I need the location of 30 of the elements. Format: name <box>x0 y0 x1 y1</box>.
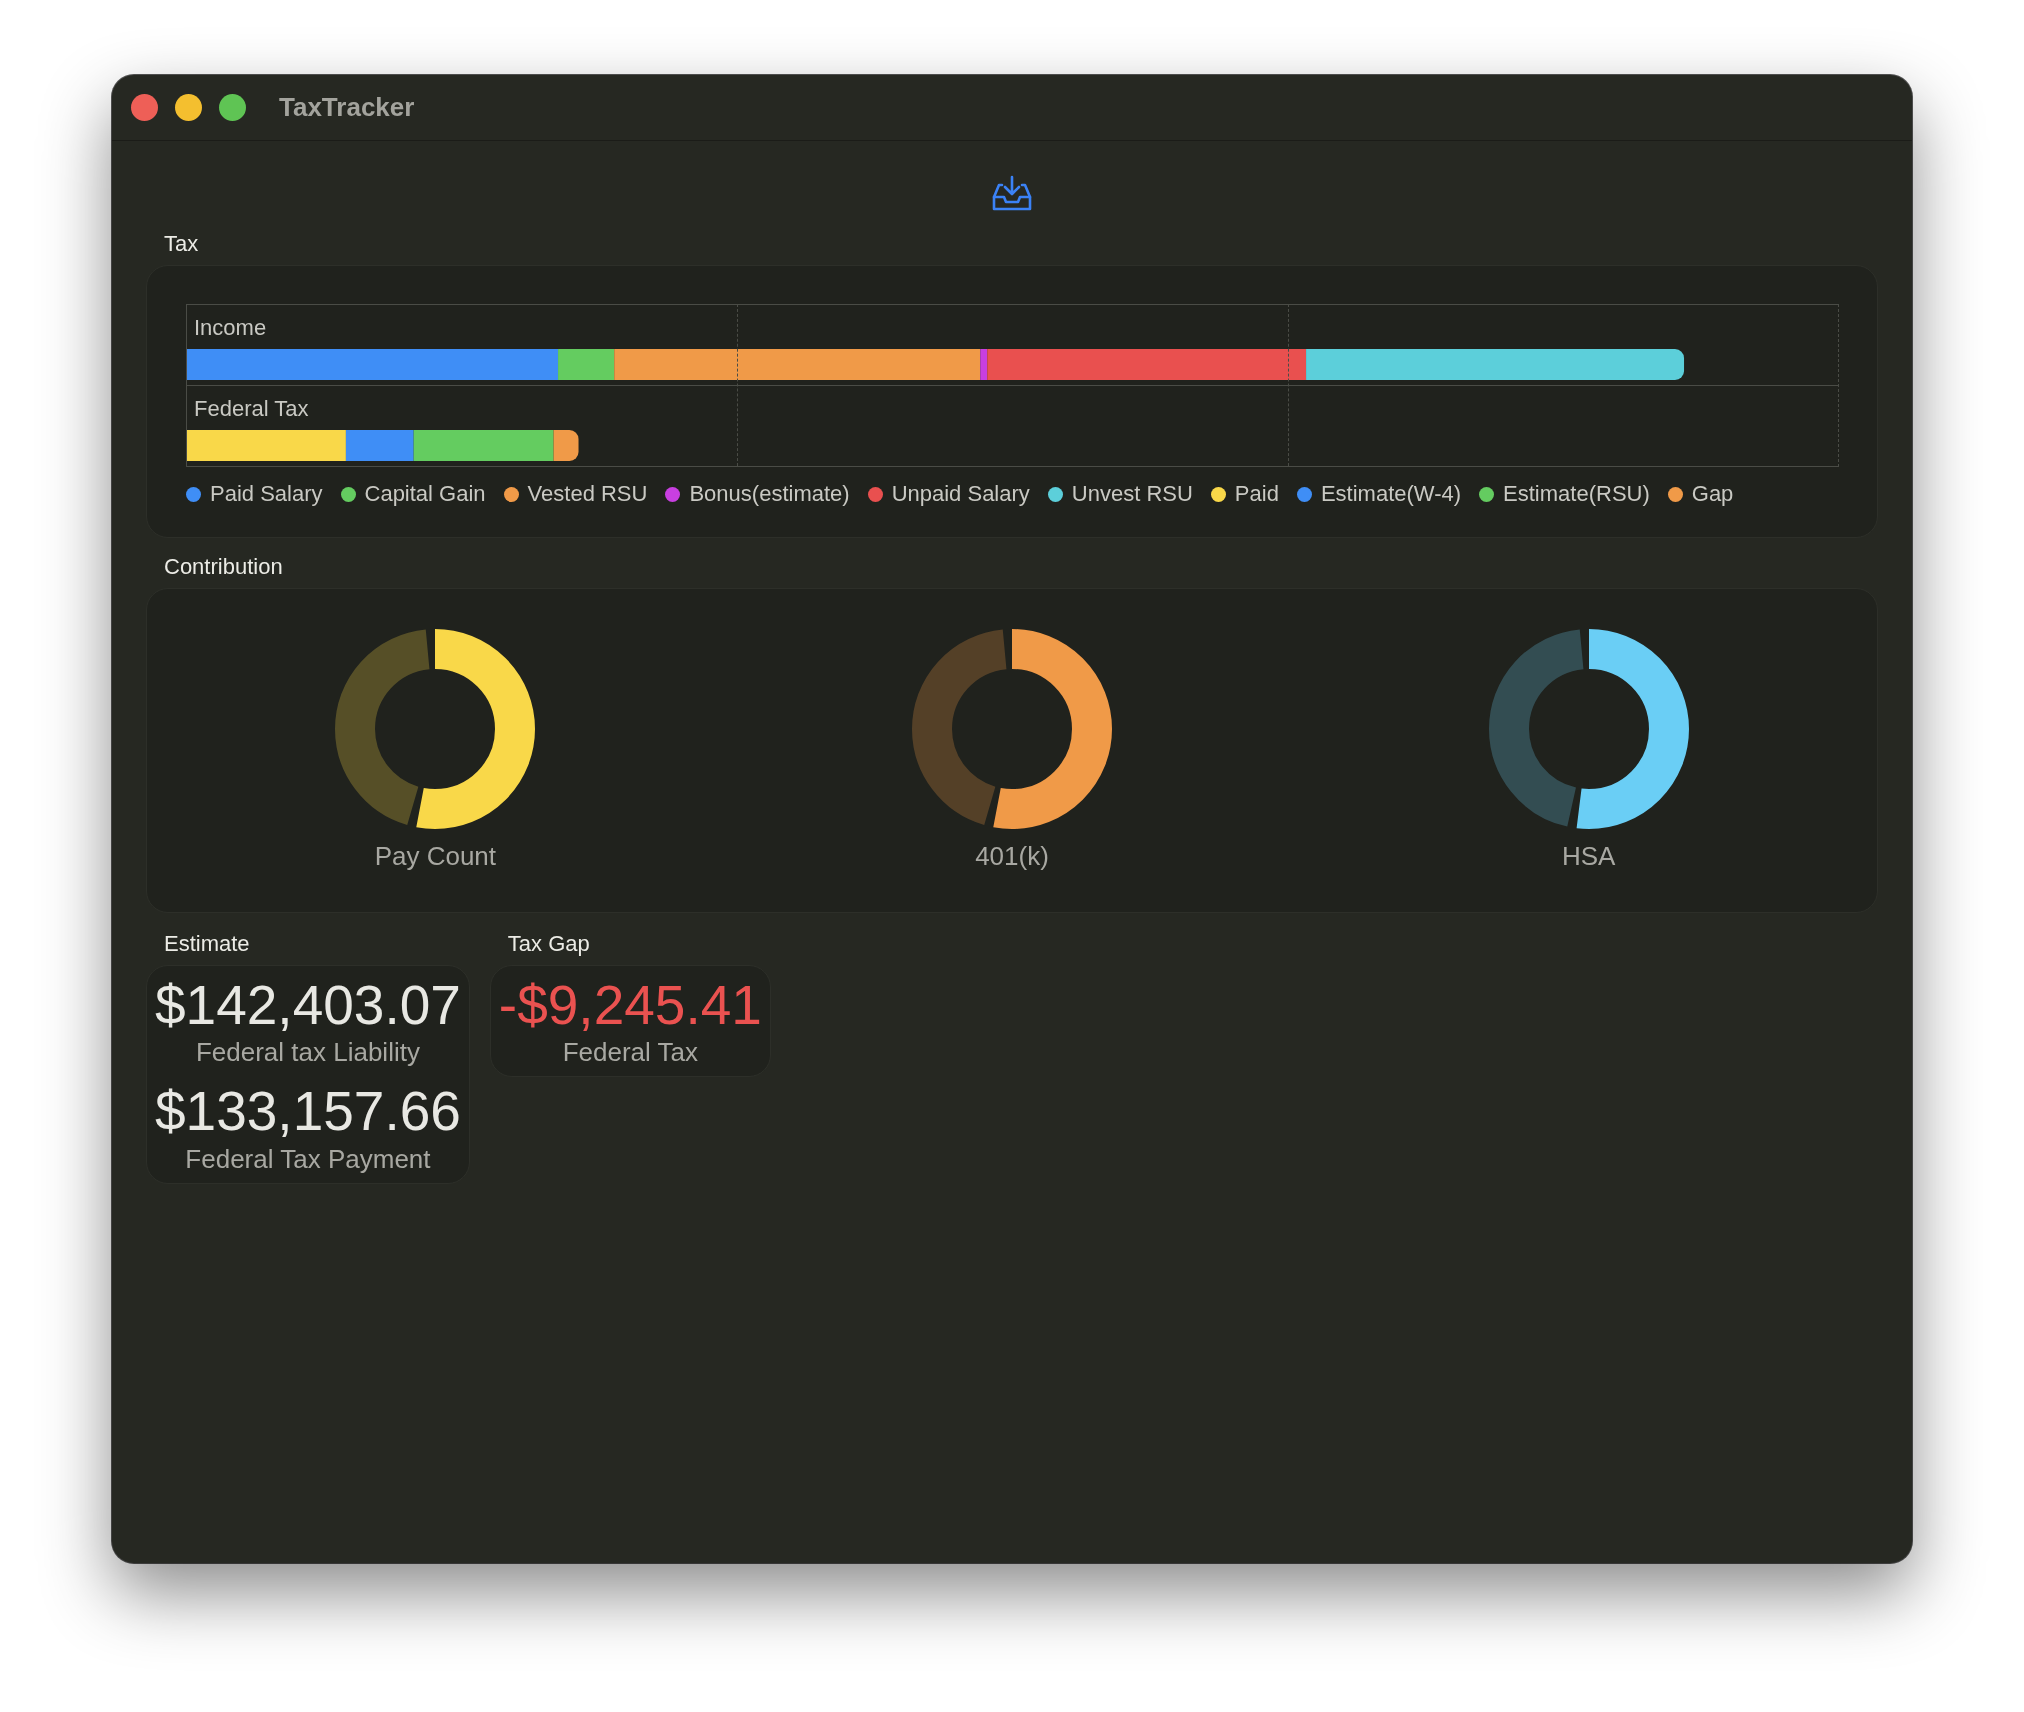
legend-label: Paid Salary <box>210 481 323 507</box>
close-button[interactable] <box>131 94 158 121</box>
legend-label: Estimate(W-4) <box>1320 481 1462 507</box>
section-title: Tax <box>163 231 200 257</box>
amount-value: $142,403.07 <box>155 974 461 1038</box>
legend-label: Bonus(estimate) <box>689 481 850 507</box>
ring-label: 401(k) <box>975 841 1049 872</box>
tray-download-icon[interactable] <box>992 175 1032 213</box>
legend-label: Vested RSU <box>527 481 648 507</box>
section-title: Tax Gap <box>506 931 591 957</box>
bar-label: Income <box>193 315 267 341</box>
legend-label: Unvest RSU <box>1071 481 1193 507</box>
amount-value: -$9,245.41 <box>498 974 762 1038</box>
legend-label: Gap <box>1691 481 1734 507</box>
section-title: Estimate <box>163 931 251 957</box>
amount-caption: Federal Tax Payment <box>185 1143 431 1175</box>
ring-label: HSA <box>1561 841 1616 872</box>
ring-label: Pay Count <box>374 841 497 872</box>
legend-label: Unpaid Salary <box>891 481 1030 507</box>
bar-label: Federal Tax <box>193 396 309 422</box>
section-title: Contribution <box>163 554 284 580</box>
minimize-button[interactable] <box>175 94 202 121</box>
amount-value: $133,157.66 <box>155 1080 461 1144</box>
legend-label: Estimate(RSU) <box>1503 481 1650 507</box>
amount-caption: Federal Tax <box>562 1037 699 1069</box>
zoom-button[interactable] <box>219 94 246 121</box>
legend-label: Paid <box>1234 481 1279 507</box>
amount-caption: Federal tax Liability <box>195 1037 420 1069</box>
legend-label: Capital Gain <box>364 481 486 507</box>
window-title: TaxTracker <box>279 92 415 123</box>
